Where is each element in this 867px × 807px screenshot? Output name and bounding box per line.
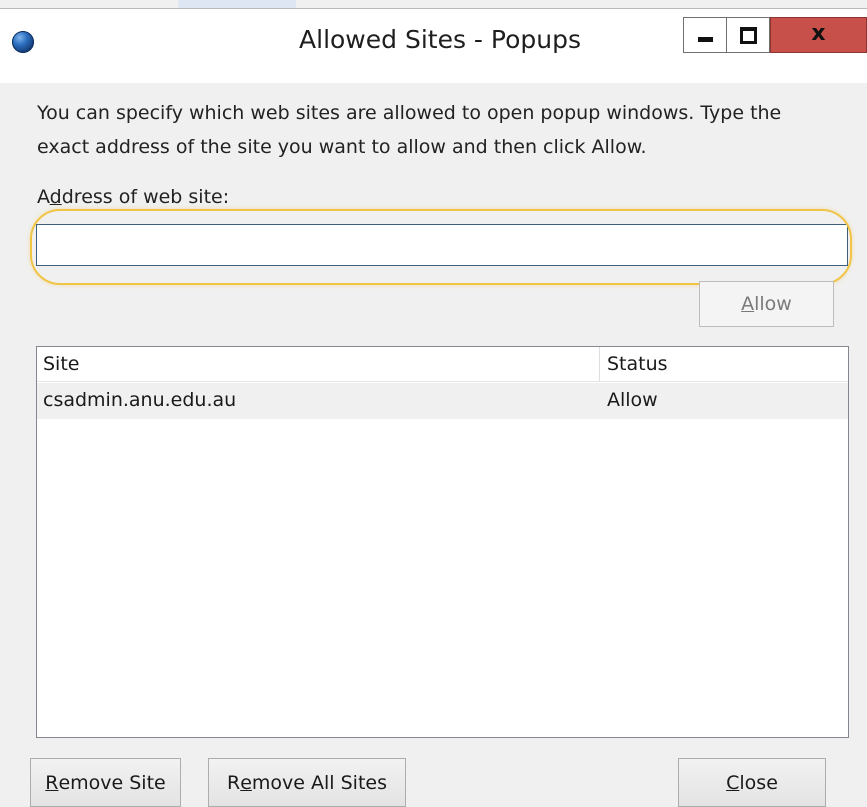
row-status: Allow: [607, 389, 658, 411]
remove-site-button[interactable]: Remove Site: [30, 758, 181, 807]
close-icon: x: [811, 21, 826, 46]
close-button[interactable]: Close: [678, 758, 826, 807]
column-header-site[interactable]: Site: [43, 353, 79, 375]
list-item[interactable]: csadmin.anu.edu.au Allow: [37, 383, 848, 419]
globe-icon: [12, 31, 34, 53]
address-input[interactable]: [36, 224, 848, 266]
remove-all-sites-button[interactable]: Re move All Sites: [208, 758, 406, 807]
title-bar[interactable]: Allowed Sites - Popups x: [0, 8, 867, 83]
address-label: Address of web site:: [37, 186, 230, 208]
dialog-window: Allowed Sites - Popups x You can specify…: [0, 0, 867, 807]
window-title: Allowed Sites - Popups: [299, 25, 581, 54]
list-header: Site Status: [37, 347, 848, 382]
column-header-status[interactable]: Status: [607, 353, 668, 375]
minimize-icon: [697, 36, 713, 42]
description-text: You can specify which web sites are allo…: [37, 102, 782, 158]
maximize-icon: [739, 26, 757, 44]
close-window-button[interactable]: x: [770, 17, 867, 53]
row-site: csadmin.anu.edu.au: [43, 389, 237, 411]
minimize-button[interactable]: [683, 17, 727, 53]
sites-list[interactable]: Site Status csadmin.anu.edu.au Allow: [36, 346, 849, 738]
allow-button[interactable]: Allow: [699, 281, 834, 327]
maximize-button[interactable]: [726, 17, 770, 53]
column-divider[interactable]: [599, 347, 600, 381]
